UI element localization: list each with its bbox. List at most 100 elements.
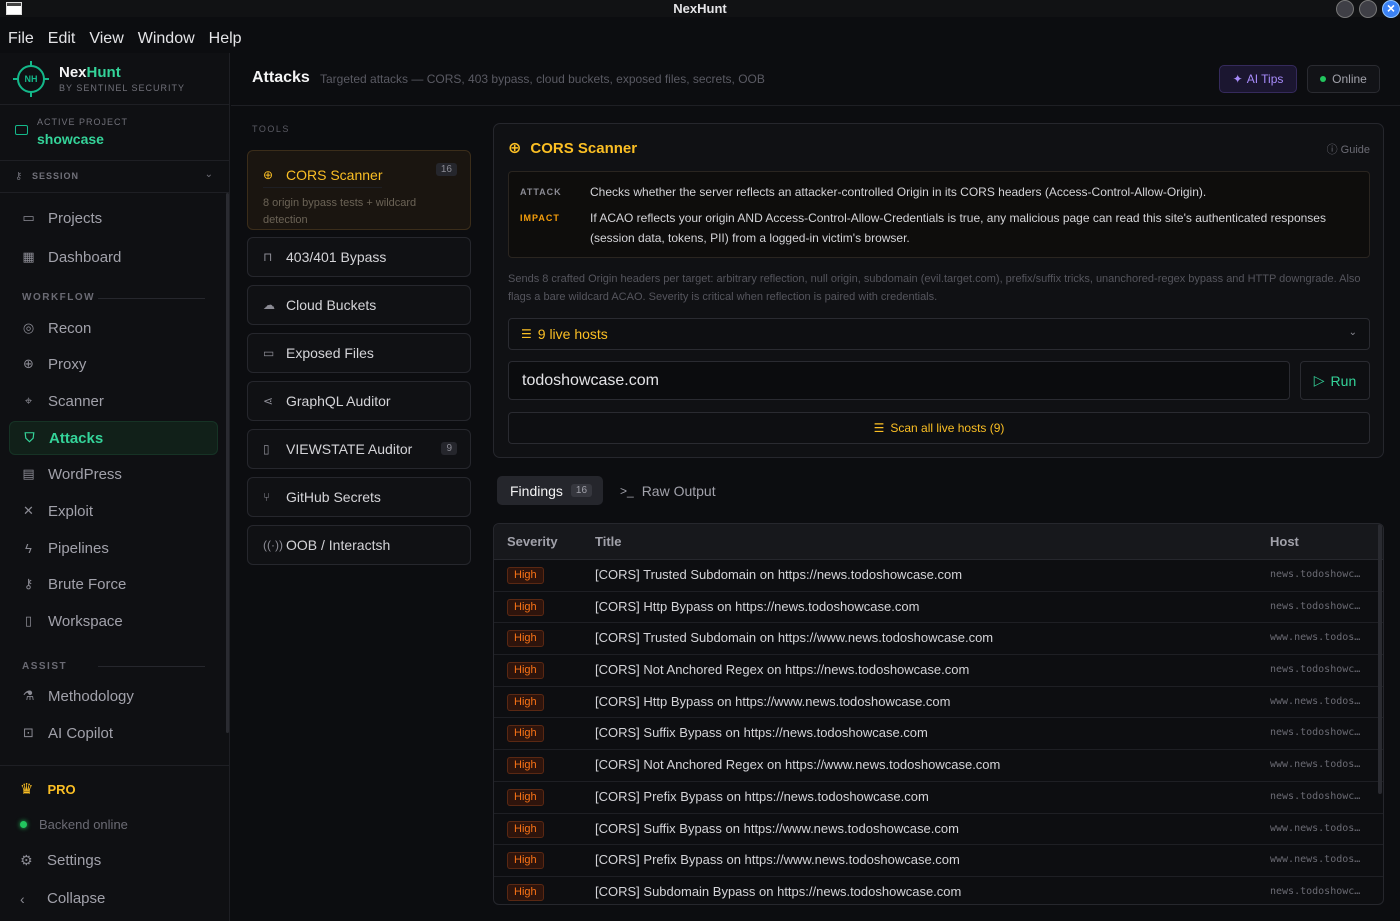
menu-edit[interactable]: Edit	[48, 30, 76, 48]
sidebar-item-attacks[interactable]: ⛉ Attacks	[9, 421, 218, 455]
brand-name: NexHunt	[59, 64, 121, 81]
table-row[interactable]: High [CORS] Trusted Subdomain on https://…	[494, 560, 1383, 592]
scan-icon: ⌖	[24, 393, 33, 408]
table-row[interactable]: High [CORS] Prefix Bypass on https://www.…	[494, 845, 1383, 877]
tool-label: 403/401 Bypass	[286, 249, 387, 265]
menu-help[interactable]: Help	[209, 30, 242, 48]
shield-check-icon: ⛉	[24, 430, 35, 445]
sidebar-item-methodology[interactable]: ⚗ Methodology	[9, 679, 218, 713]
close-button[interactable]: ×	[1382, 0, 1400, 18]
attack-tag: ATTACK	[520, 187, 562, 197]
active-project[interactable]: ACTIVE PROJECT showcase	[0, 105, 229, 161]
finding-host: news.todoshowcase.com	[1270, 664, 1366, 676]
sidebar-item-label: WordPress	[48, 465, 122, 483]
findings-table: Severity Title Host High [CORS] Trusted S…	[493, 523, 1384, 905]
table-row[interactable]: High [CORS] Not Anchored Regex on https:/…	[494, 750, 1383, 782]
sidebar-item-label: AI Copilot	[48, 724, 114, 742]
settings-button[interactable]: ⚙ Settings	[20, 852, 101, 869]
column-header-host[interactable]: Host	[1270, 534, 1299, 549]
cors-scanner-panel: ⊕ CORS Scanner ⓘ Guide ATTACK Checks whet…	[493, 123, 1384, 458]
ai-tips-button[interactable]: ✦ AI Tips	[1219, 65, 1297, 93]
menu-view[interactable]: View	[89, 30, 123, 48]
file-code-icon: ▯	[263, 442, 270, 456]
attack-info-box: ATTACK Checks whether the server reflect…	[508, 171, 1370, 258]
dashboard-grid-icon: ▦	[22, 249, 35, 264]
sidebar-item-exploit[interactable]: ✕ Exploit	[9, 494, 218, 528]
menu-window[interactable]: Window	[138, 30, 195, 48]
tab-findings[interactable]: Findings 16	[497, 476, 603, 505]
backend-status: Backend online	[20, 817, 128, 832]
table-row[interactable]: High [CORS] Not Anchored Regex on https:/…	[494, 655, 1383, 687]
sidebar-item-pipelines[interactable]: ϟ Pipelines	[9, 531, 218, 565]
menu-file[interactable]: File	[8, 30, 34, 48]
chevron-left-icon: ‹	[20, 890, 25, 907]
maximize-button[interactable]	[1359, 0, 1377, 18]
table-row[interactable]: High [CORS] Prefix Bypass on https://news…	[494, 782, 1383, 814]
run-button[interactable]: ▷ Run	[1300, 361, 1370, 400]
sidebar-item-wordpress[interactable]: ▤ WordPress	[9, 457, 218, 491]
crosshair-logo-icon: NH	[13, 61, 49, 97]
sidebar-item-ai-copilot[interactable]: ⊡ AI Copilot	[9, 716, 218, 750]
severity-badge: High	[507, 598, 544, 616]
sidebar-item-dashboard[interactable]: ▦ Dashboard	[9, 240, 218, 274]
run-label: Run	[1330, 372, 1357, 389]
folder-icon: ▭	[22, 210, 35, 225]
scan-all-hosts-button[interactable]: ☰ Scan all live hosts (9)	[508, 412, 1370, 444]
pro-label: PRO	[47, 781, 76, 797]
table-row[interactable]: High [CORS] Suffix Bypass on https://www.…	[494, 814, 1383, 846]
severity-badge: High	[507, 662, 544, 680]
collapse-button[interactable]: ‹ Collapse	[20, 890, 105, 907]
tool-label: GitHub Secrets	[286, 489, 381, 505]
column-header-severity[interactable]: Severity	[507, 534, 558, 549]
live-hosts-select[interactable]: ☰ 9 live hosts ⌄	[508, 318, 1370, 350]
online-status-badge[interactable]: Online	[1307, 65, 1380, 93]
tool-cloud-buckets[interactable]: ☁ Cloud Buckets	[247, 285, 471, 325]
table-row[interactable]: High [CORS] Suffix Bypass on https://news…	[494, 718, 1383, 751]
table-scrollbar[interactable]	[1378, 524, 1382, 794]
tool-exposed-files[interactable]: ▭ Exposed Files	[247, 333, 471, 373]
key-icon: ⚷	[15, 171, 23, 182]
sidebar-scrollbar[interactable]	[226, 193, 229, 733]
share-nodes-icon: ⋖	[263, 394, 274, 408]
finding-title: [CORS] Suffix Bypass on https://news.tod…	[595, 725, 928, 741]
table-row[interactable]: High [CORS] Subdomain Bypass on https://n…	[494, 877, 1383, 904]
tool-403-bypass[interactable]: ⊓ 403/401 Bypass	[247, 237, 471, 277]
sidebar-item-projects[interactable]: ▭ Projects	[9, 201, 218, 235]
minimize-button[interactable]	[1336, 0, 1354, 18]
app-window-icon	[6, 2, 22, 15]
git-branch-icon: ⑂	[263, 490, 271, 504]
sidebar-item-label: Methodology	[48, 687, 134, 705]
tool-viewstate-auditor[interactable]: ▯ VIEWSTATE Auditor 9	[247, 429, 471, 469]
tab-raw-output[interactable]: >_ Raw Output	[607, 476, 729, 505]
sidebar-item-label: Workspace	[48, 612, 123, 630]
sidebar-item-label: Attacks	[49, 429, 104, 447]
guide-link[interactable]: ⓘ Guide	[1327, 141, 1370, 157]
pro-badge: ♛ PRO	[20, 780, 76, 798]
tool-cors-scanner[interactable]: ⊕ CORS Scanner 16 8 origin bypass tests +…	[247, 150, 471, 230]
tool-header: ⊕ CORS Scanner	[263, 162, 383, 188]
live-hosts-label: 9 live hosts	[537, 326, 608, 342]
scan-all-label: Scan all live hosts (9)	[890, 421, 1005, 435]
severity-badge: High	[507, 788, 544, 806]
tool-graphql-auditor[interactable]: ⋖ GraphQL Auditor	[247, 381, 471, 421]
table-row[interactable]: High [CORS] Http Bypass on https://news.t…	[494, 592, 1383, 624]
session-toggle[interactable]: ⚷ SESSION ⌄	[0, 161, 229, 193]
sidebar-item-label: Exploit	[48, 502, 94, 520]
severity-badge: High	[507, 725, 544, 743]
tool-github-secrets[interactable]: ⑂ GitHub Secrets	[247, 477, 471, 517]
ai-tips-label: AI Tips	[1246, 72, 1284, 86]
table-row[interactable]: High [CORS] Http Bypass on https://www.ne…	[494, 687, 1383, 719]
sidebar-item-recon[interactable]: ◎ Recon	[9, 311, 218, 345]
crown-icon: ♛	[20, 781, 34, 798]
table-row[interactable]: High [CORS] Trusted Subdomain on https://…	[494, 623, 1383, 656]
menu-bar: File Edit View Window Help	[0, 24, 1400, 53]
target-input[interactable]: todoshowcase.com	[508, 361, 1290, 400]
column-header-title[interactable]: Title	[595, 534, 622, 549]
sidebar-item-brute-force[interactable]: ⚷ Brute Force	[9, 567, 218, 601]
window-controls: ×	[1336, 0, 1400, 18]
sidebar-item-workspace[interactable]: ▯ Workspace	[9, 604, 218, 638]
sidebar-item-scanner[interactable]: ⌖ Scanner	[9, 384, 218, 418]
tool-oob-interactsh[interactable]: ((·)) OOB / Interactsh	[247, 525, 471, 565]
sidebar-item-proxy[interactable]: ⊕ Proxy	[9, 347, 218, 381]
gear-icon: ⚙	[20, 852, 33, 868]
